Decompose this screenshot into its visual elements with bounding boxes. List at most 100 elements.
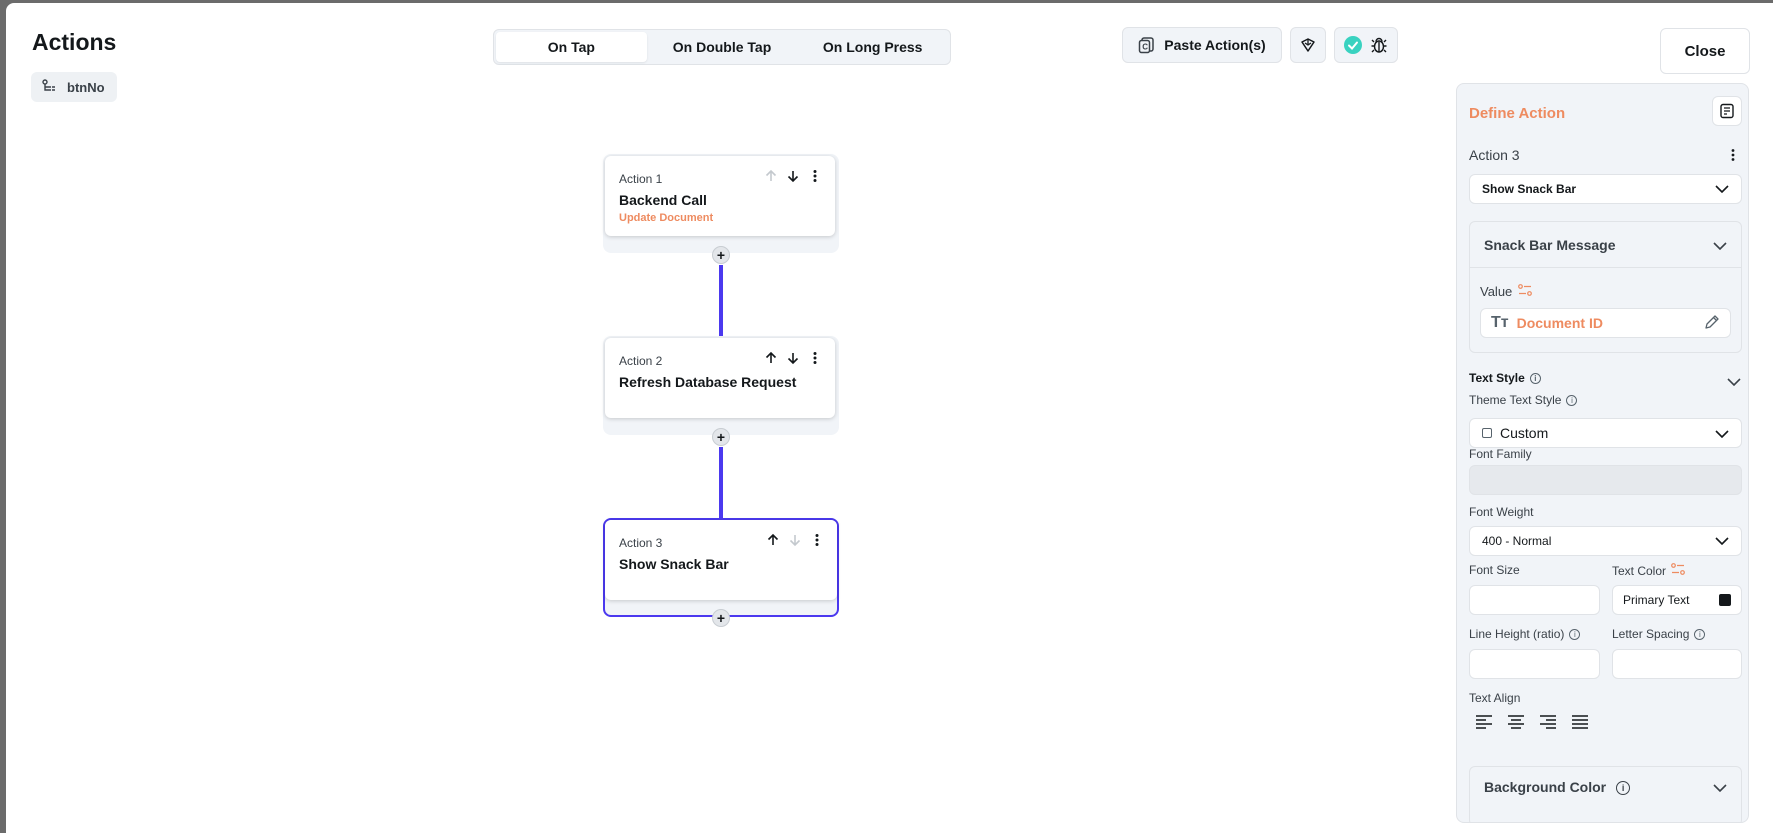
action-connector bbox=[719, 265, 723, 341]
align-justify-icon[interactable] bbox=[1571, 714, 1589, 730]
paste-actions-button[interactable]: C Paste Action(s) bbox=[1122, 27, 1282, 63]
letter-spacing-label-text: Letter Spacing bbox=[1612, 627, 1690, 641]
action-card-3-container: Action 3 Show Snack Bar bbox=[603, 518, 839, 617]
info-icon: i bbox=[1616, 781, 1631, 795]
ai-assist-button[interactable] bbox=[1290, 27, 1326, 63]
arrow-down-icon[interactable] bbox=[785, 350, 801, 366]
action-card-1-container: Action 1 Backend Call Update Document bbox=[603, 154, 839, 253]
plus-icon[interactable]: + bbox=[712, 246, 730, 264]
kebab-icon[interactable] bbox=[809, 532, 825, 548]
close-button[interactable]: Close bbox=[1660, 28, 1750, 74]
tab-on-double-tap[interactable]: On Double Tap bbox=[647, 32, 798, 62]
action-index-label: Action 3 bbox=[619, 536, 663, 550]
page-title: Actions bbox=[32, 29, 117, 55]
theme-text-style-value: Custom bbox=[1500, 425, 1549, 441]
define-action-panel: Define Action Action 3 Show Snack Bar Sn… bbox=[1456, 83, 1749, 823]
action-label: Action 3 bbox=[1469, 147, 1520, 163]
align-center-icon[interactable] bbox=[1507, 714, 1525, 730]
arrow-down-icon bbox=[787, 532, 803, 548]
align-right-icon[interactable] bbox=[1539, 714, 1557, 730]
actions-modal: Actions btnNo On Tap On Double Tap On Lo… bbox=[6, 3, 1773, 833]
variable-icon[interactable] bbox=[1518, 284, 1533, 299]
font-weight-value: 400 - Normal bbox=[1482, 534, 1552, 548]
tab-on-tap[interactable]: On Tap bbox=[496, 32, 647, 62]
action-card-2[interactable]: Action 2 Refresh Database Request bbox=[605, 338, 835, 418]
info-icon: i bbox=[1529, 372, 1541, 384]
notes-icon bbox=[1720, 103, 1734, 119]
widget-chip[interactable]: btnNo bbox=[31, 72, 117, 102]
kebab-icon[interactable] bbox=[807, 168, 823, 184]
chevron-down-icon bbox=[1715, 182, 1729, 196]
action-connector bbox=[719, 447, 723, 523]
font-weight-select[interactable]: 400 - Normal bbox=[1469, 526, 1742, 556]
paste-actions-label: Paste Action(s) bbox=[1164, 37, 1266, 53]
font-weight-label: Font Weight bbox=[1469, 505, 1534, 519]
text-style-label: Text Style i bbox=[1469, 371, 1541, 385]
font-size-label: Font Size bbox=[1469, 563, 1520, 577]
snack-bar-message-header[interactable]: Snack Bar Message bbox=[1470, 222, 1741, 268]
arrow-up-icon[interactable] bbox=[765, 532, 781, 548]
kebab-icon[interactable] bbox=[1727, 148, 1739, 167]
align-left-icon[interactable] bbox=[1475, 714, 1493, 730]
variable-icon[interactable] bbox=[1671, 563, 1685, 578]
action-name: Backend Call bbox=[619, 192, 707, 208]
value-text: Document ID bbox=[1516, 315, 1603, 331]
font-family-field[interactable] bbox=[1469, 465, 1742, 495]
chevron-down-icon[interactable] bbox=[1727, 373, 1741, 391]
checkbox-icon[interactable] bbox=[1482, 428, 1492, 438]
text-color-value: Primary Text bbox=[1623, 593, 1690, 607]
arrow-up-icon[interactable] bbox=[763, 350, 779, 366]
chevron-down-icon bbox=[1715, 534, 1729, 548]
validation-debug-button[interactable] bbox=[1334, 27, 1398, 63]
svg-text:C: C bbox=[1142, 43, 1148, 52]
info-icon: i bbox=[1569, 628, 1581, 640]
chevron-down-icon bbox=[1715, 425, 1729, 441]
line-height-label-text: Line Height (ratio) bbox=[1469, 627, 1565, 641]
background-color-label: Background Color bbox=[1484, 779, 1607, 795]
action-index-label: Action 2 bbox=[619, 354, 663, 368]
value-label-text: Value bbox=[1480, 284, 1513, 299]
snack-bar-message-group: Snack Bar Message Value Tт Document ID bbox=[1469, 221, 1742, 353]
tree-icon bbox=[42, 79, 55, 91]
arrow-down-icon[interactable] bbox=[785, 168, 801, 184]
info-icon: i bbox=[1694, 628, 1706, 640]
paste-icon: C bbox=[1139, 37, 1155, 54]
theme-text-style-select[interactable]: Custom bbox=[1469, 418, 1742, 448]
line-height-label: Line Height (ratio) i bbox=[1469, 627, 1581, 641]
theme-text-style-label: Theme Text Style i bbox=[1469, 393, 1578, 407]
line-height-field[interactable] bbox=[1469, 649, 1600, 679]
font-family-label: Font Family bbox=[1469, 447, 1532, 461]
info-icon: i bbox=[1566, 394, 1578, 406]
magic-icon bbox=[1301, 38, 1315, 52]
plus-icon[interactable]: + bbox=[712, 609, 730, 627]
kebab-icon[interactable] bbox=[807, 350, 823, 366]
text-color-label-text: Text Color bbox=[1612, 563, 1667, 578]
text-align-label: Text Align bbox=[1469, 691, 1521, 705]
value-field[interactable]: Tт Document ID bbox=[1480, 308, 1731, 338]
section-title: Snack Bar Message bbox=[1484, 236, 1616, 253]
plus-icon[interactable]: + bbox=[712, 428, 730, 446]
background-color-group[interactable]: Background Color i bbox=[1469, 766, 1742, 822]
action-card-1[interactable]: Action 1 Backend Call Update Document bbox=[605, 156, 835, 236]
arrow-up-icon bbox=[763, 168, 779, 184]
notes-button[interactable] bbox=[1712, 96, 1742, 126]
tab-on-long-press[interactable]: On Long Press bbox=[797, 32, 948, 62]
widget-chip-label: btnNo bbox=[67, 79, 105, 95]
action-type-select[interactable]: Show Snack Bar bbox=[1469, 174, 1742, 204]
action-name: Refresh Database Request bbox=[619, 374, 797, 390]
text-color-label: Text Color bbox=[1612, 563, 1685, 578]
bug-icon bbox=[1371, 37, 1387, 53]
text-color-field[interactable]: Primary Text bbox=[1612, 585, 1742, 615]
action-name: Show Snack Bar bbox=[619, 556, 729, 572]
letter-spacing-field[interactable] bbox=[1612, 649, 1742, 679]
color-swatch[interactable] bbox=[1719, 594, 1731, 606]
pencil-icon[interactable] bbox=[1704, 314, 1720, 333]
action-index-label: Action 1 bbox=[619, 172, 663, 186]
chevron-down-icon bbox=[1713, 237, 1727, 253]
action-card-3[interactable]: Action 3 Show Snack Bar bbox=[605, 520, 837, 600]
action-card-2-container: Action 2 Refresh Database Request bbox=[603, 336, 839, 435]
font-size-field[interactable] bbox=[1469, 585, 1600, 615]
text-type-icon: Tт bbox=[1491, 314, 1509, 331]
theme-text-style-label-text: Theme Text Style bbox=[1469, 393, 1562, 407]
letter-spacing-label: Letter Spacing i bbox=[1612, 627, 1706, 641]
